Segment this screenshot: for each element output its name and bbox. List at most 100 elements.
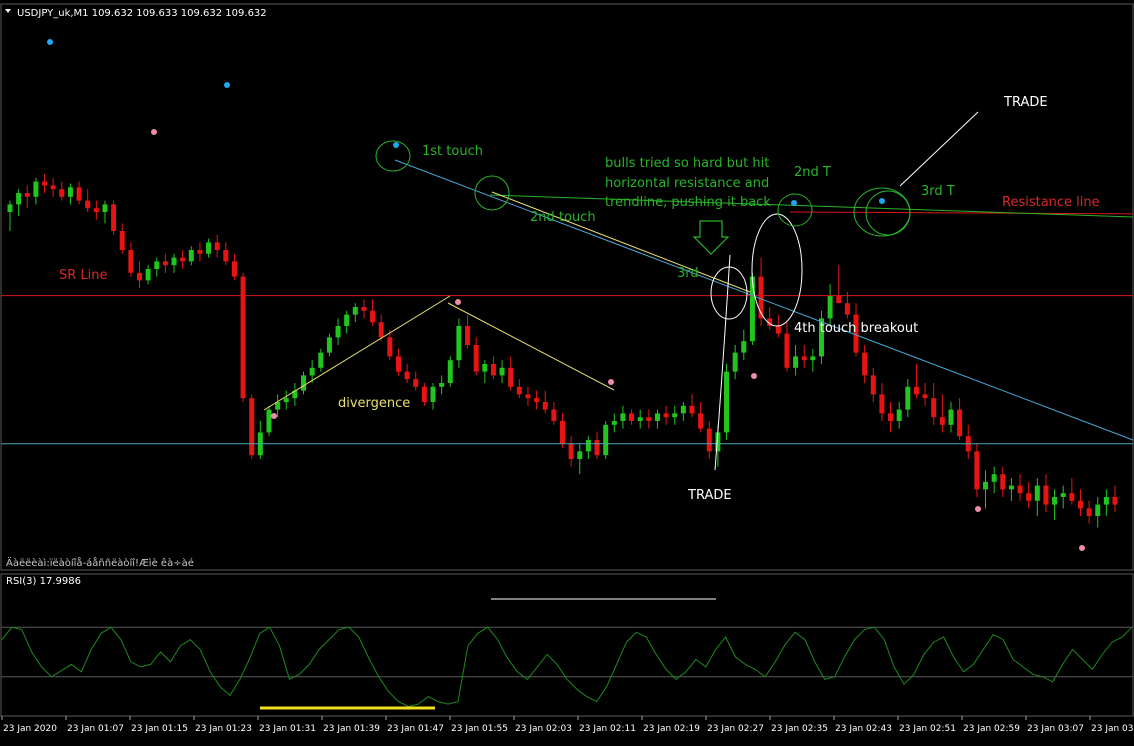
candle-body: [957, 409, 963, 437]
touch-circle: [751, 213, 803, 327]
candle-body: [240, 276, 246, 399]
time-axis-label: 23 Jan 01:23: [195, 724, 252, 734]
candle-body: [318, 352, 324, 368]
candle-body: [663, 413, 669, 418]
candle-body: [1052, 497, 1058, 505]
candle-body: [283, 398, 289, 402]
time-axis-label: 23 Jan 02:51: [899, 724, 956, 734]
candle-body: [1026, 493, 1032, 501]
candle-body: [1043, 485, 1049, 505]
fractal-down-marker: [1079, 545, 1085, 551]
candle-body: [1095, 504, 1101, 516]
rsi-title: RSI(3) 17.9986: [6, 576, 81, 587]
candle-body: [214, 242, 220, 250]
candle-body: [67, 187, 73, 197]
candle-body: [7, 204, 13, 212]
time-axis-label: 23 Jan 2020: [3, 724, 57, 734]
candle-body: [516, 386, 522, 395]
candle-body: [637, 417, 643, 421]
second-touch-label: 2nd touch: [530, 210, 596, 225]
time-axis-label: 23 Jan 02:03: [515, 724, 572, 734]
candle-body: [801, 356, 807, 361]
candle-body: [775, 326, 781, 334]
candle-body: [145, 269, 151, 281]
candle-body: [862, 352, 868, 376]
fractal-up-marker: [393, 142, 399, 148]
candle-body: [732, 352, 738, 372]
candle-body: [128, 250, 134, 273]
candle-body: [301, 375, 307, 391]
candle-body: [499, 367, 505, 376]
candle-body: [525, 394, 531, 399]
touch-circle: [375, 140, 411, 172]
time-axis: 23 Jan 2020 23 Jan 01:07 23 Jan 01:15 23 Ja…: [1, 716, 1134, 734]
candle-body: [741, 341, 747, 353]
rsi-line: [1, 626, 1133, 708]
candle-body: [888, 413, 894, 421]
candle-body: [465, 326, 471, 345]
candle-body: [611, 421, 617, 425]
candle-body: [309, 367, 315, 376]
candle-body: [188, 250, 194, 262]
candle-body: [421, 386, 427, 402]
sr-line-label: SR Line: [59, 268, 108, 283]
candle-body: [1086, 508, 1092, 516]
breakout-label: 4th touch breakout: [794, 321, 918, 336]
candle-body: [948, 409, 954, 425]
candle-body: [749, 276, 755, 342]
candle-body: [1060, 493, 1066, 497]
candle-body: [482, 364, 488, 372]
candle-body: [378, 322, 384, 338]
fractal-down-marker: [271, 413, 277, 419]
candle-body: [1034, 485, 1040, 501]
footer-text: Äàëëèàì:ïëàòíîå-áåññëàòíî!Æìè êà÷àé: [6, 556, 194, 569]
candle-body: [836, 295, 842, 304]
time-axis-label: 23 Jan 01:55: [451, 724, 508, 734]
candle-body: [724, 371, 730, 433]
candle-body: [939, 417, 945, 425]
time-axis-label: 23 Jan 03:: [1091, 724, 1134, 734]
bulls-note-line-1: bulls tried so hard but hit: [605, 156, 769, 171]
candle-body: [534, 398, 540, 402]
trade-bottom-label: TRADE: [687, 488, 732, 503]
time-axis-label: 23 Jan 02:19: [643, 724, 700, 734]
first-touch-label: 1st touch: [422, 144, 483, 159]
candle-body: [24, 193, 30, 197]
candles-group: [7, 174, 1118, 528]
candle-body: [387, 337, 393, 357]
candle-body: [180, 257, 186, 262]
candle-body: [352, 307, 358, 315]
candle-body: [931, 398, 937, 418]
fractal-up-marker: [47, 39, 53, 45]
candle-body: [577, 451, 583, 459]
fractal-down-marker: [975, 506, 981, 512]
candle-body: [404, 371, 410, 380]
candle-body: [680, 405, 686, 414]
candle-body: [905, 386, 911, 410]
bulls-note-line-3: trendline, pushing it back: [605, 195, 771, 210]
candle-body: [361, 307, 367, 311]
candle-body: [603, 424, 609, 456]
fractal-down-marker: [455, 299, 461, 305]
candle-body: [413, 379, 419, 387]
candle-body: [456, 326, 462, 361]
candle-body: [395, 356, 401, 372]
fractal-down-marker: [608, 379, 614, 385]
price-chart-svg: 23 Jan 2020 23 Jan 01:07 23 Jan 01:15 23 Ja…: [0, 3, 1134, 734]
candle-body: [111, 204, 117, 231]
candle-body: [326, 337, 332, 353]
candle-body: [827, 295, 833, 319]
candle-body: [654, 413, 660, 421]
candle-body: [1103, 497, 1109, 505]
candle-body: [33, 181, 39, 197]
candle-body: [689, 405, 695, 414]
resistance-line-label: Resistance line: [1002, 195, 1100, 210]
candle-body: [335, 326, 341, 338]
trade-pointer-line-bottom: [714, 254, 731, 471]
time-axis-label: 23 Jan 02:59: [963, 724, 1020, 734]
candle-body: [974, 451, 980, 490]
candle-body: [16, 193, 22, 205]
time-axis-label: 23 Jan 01:07: [67, 724, 124, 734]
candle-body: [913, 386, 919, 395]
time-axis-label: 23 Jan 01:47: [387, 724, 444, 734]
